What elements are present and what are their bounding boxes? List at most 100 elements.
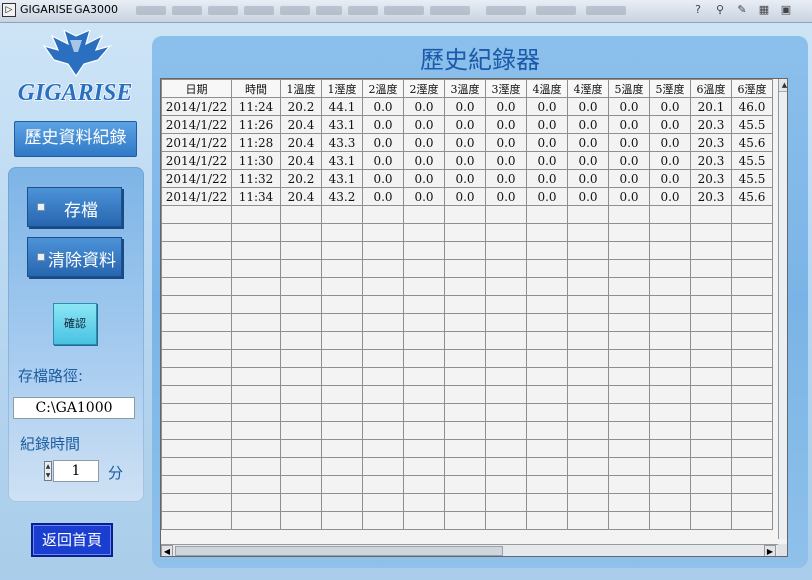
table-cell[interactable] bbox=[362, 367, 404, 386]
table-cell[interactable] bbox=[280, 277, 322, 296]
table-cell[interactable] bbox=[485, 277, 527, 296]
menu-item[interactable] bbox=[586, 6, 626, 15]
table-cell[interactable] bbox=[649, 385, 691, 404]
table-cell[interactable] bbox=[526, 277, 568, 296]
table-cell[interactable] bbox=[231, 223, 281, 242]
table-cell[interactable]: 0.0 bbox=[608, 115, 650, 134]
table-cell[interactable] bbox=[485, 421, 527, 440]
table-cell[interactable]: 0.0 bbox=[362, 133, 404, 152]
history-table[interactable]: 日期 時間 1溫度 1溼度 2溫度 2溼度 3溫度 3溼度 4溫度 4溼度 5溫度 5溼度 6溫度 6溼度… bbox=[160, 78, 788, 557]
table-cell[interactable] bbox=[649, 475, 691, 494]
table-cell[interactable] bbox=[731, 223, 773, 242]
table-cell[interactable] bbox=[280, 475, 322, 494]
table-cell[interactable]: 0.0 bbox=[403, 115, 445, 134]
table-cell[interactable] bbox=[231, 403, 281, 422]
table-cell[interactable] bbox=[444, 421, 486, 440]
table-row[interactable] bbox=[161, 295, 773, 314]
table-cell[interactable] bbox=[321, 367, 363, 386]
table-cell[interactable] bbox=[161, 475, 232, 494]
table-cell[interactable]: 20.3 bbox=[690, 151, 732, 170]
table-cell[interactable] bbox=[567, 493, 609, 512]
table-row[interactable] bbox=[161, 385, 773, 404]
table-cell[interactable] bbox=[161, 439, 232, 458]
table-cell[interactable] bbox=[161, 367, 232, 386]
table-cell[interactable] bbox=[731, 475, 773, 494]
table-cell[interactable]: 0.0 bbox=[403, 133, 445, 152]
table-cell[interactable] bbox=[362, 259, 404, 278]
table-cell[interactable] bbox=[403, 205, 445, 224]
table-cell[interactable] bbox=[444, 403, 486, 422]
table-cell[interactable]: 45.5 bbox=[731, 151, 773, 170]
table-cell[interactable] bbox=[321, 241, 363, 260]
table-cell[interactable] bbox=[444, 457, 486, 476]
table-cell[interactable]: 20.1 bbox=[690, 97, 732, 116]
table-cell[interactable] bbox=[231, 457, 281, 476]
table-cell[interactable] bbox=[485, 475, 527, 494]
table-cell[interactable] bbox=[161, 511, 232, 530]
table-cell[interactable] bbox=[690, 421, 732, 440]
table-cell[interactable] bbox=[690, 475, 732, 494]
table-cell[interactable] bbox=[526, 223, 568, 242]
table-cell[interactable] bbox=[161, 457, 232, 476]
table-row[interactable] bbox=[161, 403, 773, 422]
table-cell[interactable]: 11:26 bbox=[231, 115, 281, 134]
table-cell[interactable] bbox=[321, 439, 363, 458]
table-cell[interactable] bbox=[444, 367, 486, 386]
table-cell[interactable] bbox=[649, 421, 691, 440]
table-cell[interactable]: 0.0 bbox=[403, 169, 445, 188]
settings-icon[interactable]: ✎ bbox=[734, 3, 750, 17]
table-cell[interactable] bbox=[731, 457, 773, 476]
table-cell[interactable] bbox=[403, 277, 445, 296]
table-cell[interactable] bbox=[485, 205, 527, 224]
table-cell[interactable]: 20.3 bbox=[690, 133, 732, 152]
table-cell[interactable] bbox=[444, 475, 486, 494]
table-cell[interactable] bbox=[231, 241, 281, 260]
table-cell[interactable] bbox=[690, 241, 732, 260]
table-cell[interactable] bbox=[567, 205, 609, 224]
table-cell[interactable] bbox=[731, 349, 773, 368]
table-cell[interactable] bbox=[690, 493, 732, 512]
table-cell[interactable] bbox=[526, 313, 568, 332]
clear-data-button[interactable]: 清除資料 bbox=[27, 237, 122, 277]
table-cell[interactable] bbox=[690, 403, 732, 422]
table-cell[interactable]: 11:32 bbox=[231, 169, 281, 188]
table-cell[interactable]: 11:24 bbox=[231, 97, 281, 116]
table-cell[interactable] bbox=[362, 349, 404, 368]
table-cell[interactable] bbox=[731, 511, 773, 530]
table-cell[interactable] bbox=[161, 241, 232, 260]
table-cell[interactable]: 20.3 bbox=[690, 169, 732, 188]
table-cell[interactable] bbox=[526, 385, 568, 404]
table-cell[interactable] bbox=[649, 457, 691, 476]
table-cell[interactable] bbox=[731, 277, 773, 296]
table-cell[interactable] bbox=[567, 475, 609, 494]
table-cell[interactable]: 0.0 bbox=[526, 151, 568, 170]
table-cell[interactable] bbox=[649, 367, 691, 386]
table-cell[interactable]: 0.0 bbox=[485, 151, 527, 170]
table-cell[interactable] bbox=[526, 205, 568, 224]
table-cell[interactable] bbox=[608, 331, 650, 350]
table-cell[interactable] bbox=[444, 277, 486, 296]
table-cell[interactable]: 0.0 bbox=[608, 187, 650, 206]
table-row[interactable]: 2014/1/22 11:30 20.4 43.1 0.0 0.0 0.0 0.0 0.0 0.0… bbox=[161, 151, 773, 170]
table-cell[interactable]: 0.0 bbox=[485, 115, 527, 134]
table-cell[interactable]: 20.4 bbox=[280, 187, 322, 206]
table-cell[interactable]: 43.1 bbox=[321, 115, 363, 134]
grid-icon[interactable]: ▦ bbox=[756, 3, 772, 17]
table-cell[interactable]: 0.0 bbox=[526, 97, 568, 116]
table-cell[interactable] bbox=[485, 295, 527, 314]
table-cell[interactable]: 44.1 bbox=[321, 97, 363, 116]
table-cell[interactable] bbox=[690, 331, 732, 350]
table-cell[interactable] bbox=[567, 331, 609, 350]
vertical-scrollbar[interactable]: ▲ bbox=[778, 79, 787, 539]
table-cell[interactable] bbox=[567, 259, 609, 278]
table-cell[interactable]: 45.6 bbox=[731, 187, 773, 206]
table-cell[interactable] bbox=[608, 403, 650, 422]
table-cell[interactable] bbox=[690, 295, 732, 314]
table-cell[interactable] bbox=[403, 331, 445, 350]
table-cell[interactable]: 0.0 bbox=[362, 115, 404, 134]
table-cell[interactable]: 43.1 bbox=[321, 169, 363, 188]
table-cell[interactable] bbox=[526, 403, 568, 422]
table-cell[interactable] bbox=[526, 511, 568, 530]
table-cell[interactable] bbox=[231, 421, 281, 440]
table-cell[interactable] bbox=[280, 223, 322, 242]
